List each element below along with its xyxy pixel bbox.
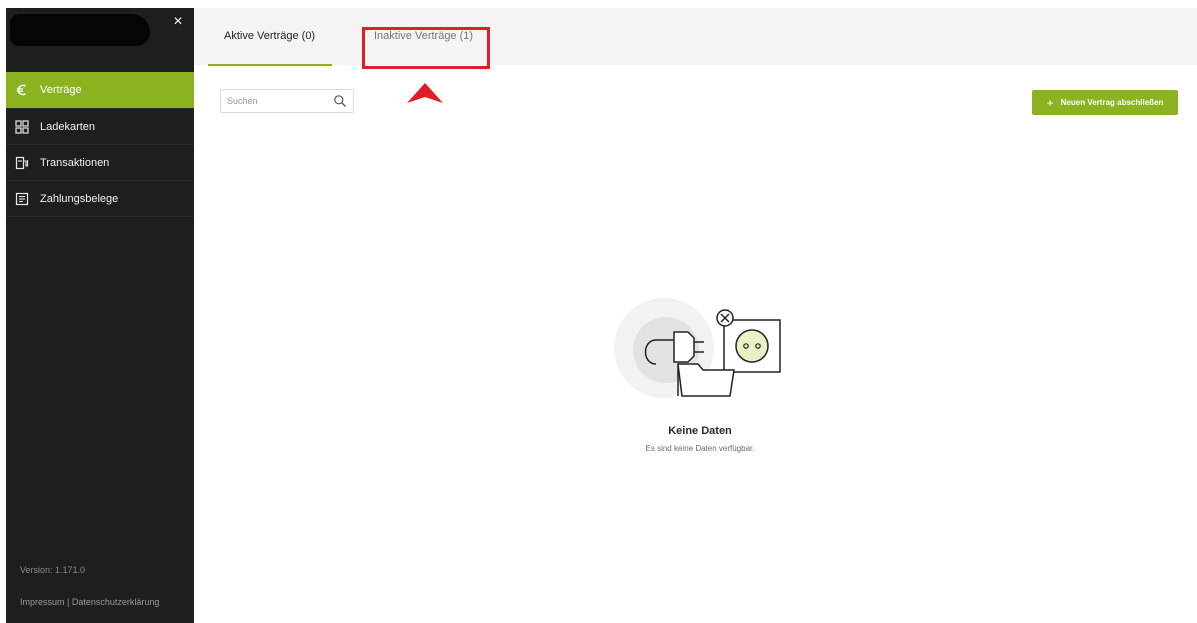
receipt-icon [14,191,30,207]
app-root: × Verträge Ladekarten Transaktionen Zahl… [0,0,1197,623]
cards-grid-icon [14,119,30,135]
footer-separator: | [64,597,72,607]
empty-state-subtitle: Es sind keine Daten verfügbar. [645,444,755,453]
new-contract-button[interactable]: + Neuen Vertrag abschließen [1032,90,1178,115]
empty-plug-icon [614,298,781,398]
highlight-box [362,27,490,69]
search-field[interactable] [220,89,354,113]
sidebar: × Verträge Ladekarten Transaktionen Zahl… [6,8,194,623]
sidebar-item-label: Ladekarten [40,120,96,133]
sidebar-item-label: Transaktionen [40,156,110,169]
empty-state-title: Keine Daten [668,425,732,437]
sidebar-item-label: Verträge [40,84,82,96]
footer-links: Impressum | Datenschutzerklärung [20,597,159,607]
sidebar-item-label: Zahlungsbelege [40,192,119,205]
tab-active-contracts[interactable]: Aktive Verträge (0) [224,30,315,42]
search-icon[interactable] [333,94,347,108]
sidebar-nav: Verträge Ladekarten Transaktionen Zahlun… [6,72,194,217]
pointer-arrow-icon [407,83,443,103]
impressum-link[interactable]: Impressum [20,597,65,607]
sidebar-item-zahlungsbelege[interactable]: Zahlungsbelege [6,181,194,217]
sidebar-item-vertraege[interactable]: Verträge [6,72,194,109]
sidebar-item-transaktionen[interactable]: Transaktionen [6,145,194,181]
close-icon[interactable]: × [170,14,186,30]
logo-redacted [10,14,150,46]
euro-icon [14,82,30,98]
plus-icon: + [1046,95,1054,110]
charging-station-icon [14,155,30,171]
search-input[interactable] [227,93,327,109]
privacy-link[interactable]: Datenschutzerklärung [72,597,160,607]
new-contract-label: Neuen Vertrag abschließen [1060,98,1164,107]
version-label: Version: 1.171.0 [20,565,86,575]
tab-bar: Aktive Verträge (0) Inaktive Verträge (1… [194,8,1197,69]
sidebar-item-ladekarten[interactable]: Ladekarten [6,109,194,145]
active-tab-indicator [208,64,332,66]
